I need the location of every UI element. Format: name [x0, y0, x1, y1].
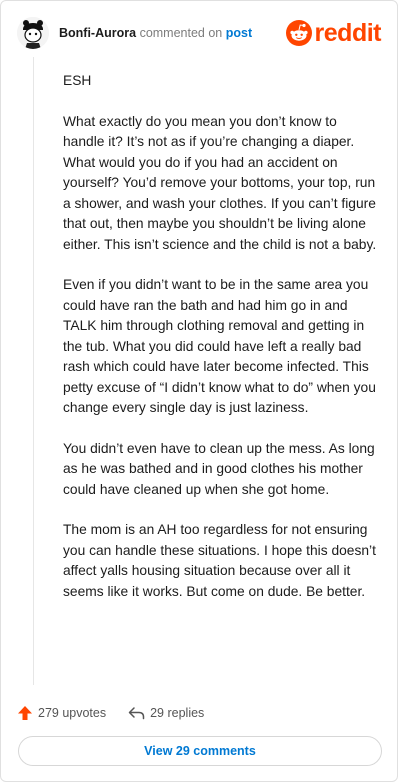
reply-arrow-icon	[128, 707, 145, 720]
comment-paragraph: Even if you didn’t want to be in the sam…	[63, 277, 376, 415]
replies-button[interactable]: 29 replies	[128, 706, 204, 720]
upvote-arrow-icon	[18, 706, 32, 720]
comment-card: Bonfi-Aurora commented on post reddit ES…	[0, 0, 398, 782]
reddit-logo[interactable]: reddit	[285, 18, 382, 47]
thread-line[interactable]	[33, 57, 34, 685]
comment-header: Bonfi-Aurora commented on post reddit	[17, 15, 382, 51]
view-comments-button[interactable]: View 29 comments	[18, 736, 382, 766]
comment-paragraph: You didn’t even have to clean up the mes…	[63, 440, 375, 497]
upvote-button[interactable]: 279 upvotes	[17, 705, 106, 721]
commented-on-text: commented on	[139, 26, 223, 40]
comment-paragraph: What exactly do you mean you don’t know …	[63, 113, 377, 252]
comment-paragraph: The mom is an AH too regardless for not …	[63, 522, 376, 599]
reddit-snoo-icon	[285, 20, 312, 46]
comment-body: ESH What exactly do you mean you don’t k…	[63, 71, 381, 622]
comment-byline: Bonfi-Aurora commented on post	[59, 26, 252, 40]
reddit-wordmark: reddit	[314, 18, 382, 47]
author-username[interactable]: Bonfi-Aurora	[59, 26, 136, 40]
user-avatar[interactable]	[17, 17, 49, 49]
post-link[interactable]: post	[226, 26, 252, 40]
comment-footer: 279 upvotes 29 replies	[17, 701, 204, 725]
avatar-character-icon	[17, 17, 49, 49]
reply-count: 29 replies	[150, 706, 205, 720]
comment-paragraph: ESH	[63, 73, 92, 88]
upvote-count: 279 upvotes	[38, 706, 107, 720]
